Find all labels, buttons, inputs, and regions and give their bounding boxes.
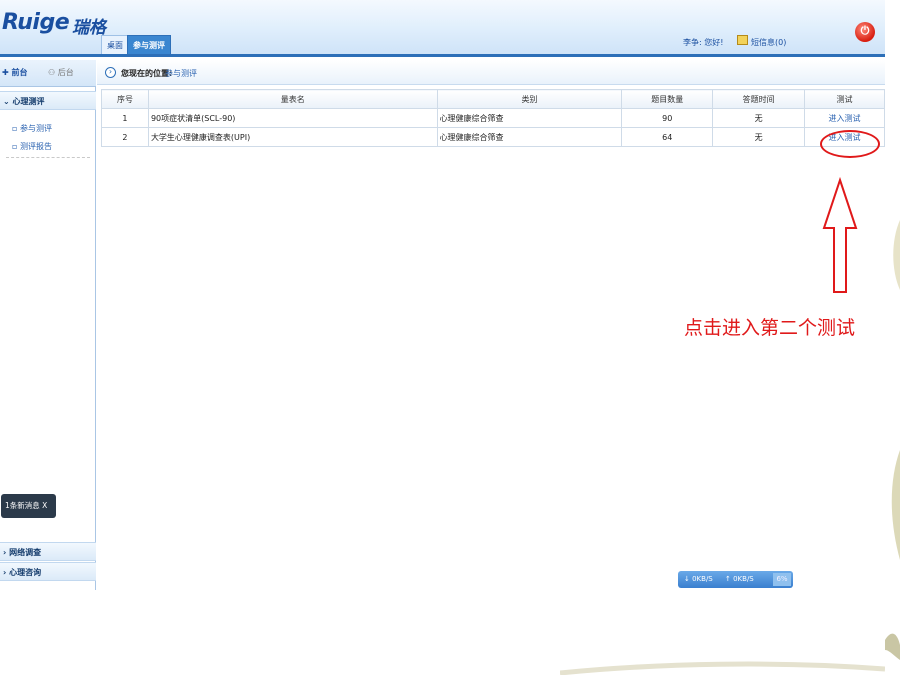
speed-percent: 6% xyxy=(773,573,791,586)
decorative-leaves xyxy=(885,220,900,660)
cell-no: 2 xyxy=(101,127,149,147)
cell-count: 90 xyxy=(621,108,714,128)
cell-count: 64 xyxy=(621,127,714,147)
cell-name: 90项症状清单(SCL-90) xyxy=(147,108,438,128)
tab-desktop[interactable]: 桌面 xyxy=(101,35,129,54)
sidebar-item-report[interactable]: ▫ 测评报告 xyxy=(12,141,52,152)
back-desk-link[interactable]: ⚇ 后台 xyxy=(48,67,74,78)
sidebar-section-psych-eval[interactable]: ⌄ 心理测评 xyxy=(0,91,96,110)
message-icon[interactable] xyxy=(737,35,748,45)
cell-category: 心理健康综合筛查 xyxy=(436,108,623,128)
cell-category: 心理健康综合筛查 xyxy=(436,127,623,147)
annotation-text: 点击进入第二个测试 xyxy=(684,317,856,339)
col-header-name: 量表名 xyxy=(147,89,438,109)
breadcrumb-current[interactable]: 参与测评 xyxy=(165,68,197,79)
cell-time: 无 xyxy=(712,127,806,147)
cell-time: 无 xyxy=(712,108,806,128)
sidebar-toolbar: ✚ 前台 ⚇ 后台 xyxy=(0,60,96,87)
col-header-time: 答题时间 xyxy=(712,89,806,109)
table-row: 2 大学生心理健康调查表(UPI) 心理健康综合筛查 64 无 进入测试 xyxy=(101,127,885,147)
col-header-test: 测试 xyxy=(804,89,885,109)
power-icon[interactable]: ⏻ xyxy=(855,22,875,42)
top-header: Ruige 瑞格 桌面 参与测评 李争: 您好! 短信息(0) ⏻ xyxy=(0,0,885,57)
breadcrumb: › 您现在的位置: 参与测评 xyxy=(97,60,885,85)
sidebar: ✚ 前台 ⚇ 后台 ⌄ 心理测评 ▫ 参与测评 ▫ 测评报告 1条新消息 X ›… xyxy=(0,60,96,590)
tab-participate-eval[interactable]: 参与测评 xyxy=(127,35,171,54)
front-desk-link[interactable]: ✚ 前台 xyxy=(2,67,28,78)
scale-table: 序号 量表名 类别 题目数量 答题时间 测试 1 90项症状清单(SCL-90)… xyxy=(101,89,885,147)
cell-no: 1 xyxy=(101,108,149,128)
table-row: 1 90项症状清单(SCL-90) 心理健康综合筛查 90 无 进入测试 xyxy=(101,108,885,128)
network-speed-widget: ↓ 0KB/S ↑ 0KB/S 6% xyxy=(678,571,793,588)
col-header-category: 类别 xyxy=(436,89,623,109)
col-header-no: 序号 xyxy=(101,89,149,109)
user-greeting: 李争: 您好! xyxy=(683,38,724,47)
screenshot-stage: { "header": { "logo_text": "Ruige", "log… xyxy=(0,0,900,675)
sidebar-divider xyxy=(6,157,90,158)
messages-link[interactable]: 短信息(0) xyxy=(751,37,786,48)
sidebar-item-participate[interactable]: ▫ 参与测评 xyxy=(12,123,52,134)
slide-edge-decoration xyxy=(885,0,900,675)
table-header-row: 序号 量表名 类别 题目数量 答题时间 测试 xyxy=(101,89,885,109)
annotation-ellipse xyxy=(820,130,880,158)
logo: Ruige xyxy=(2,10,70,35)
sidebar-section-survey[interactable]: › 网络调查 xyxy=(0,542,96,561)
location-icon: › xyxy=(105,67,116,78)
sidebar-section-consult[interactable]: › 心理咨询 xyxy=(0,562,96,581)
upload-speed: ↑ 0KB/S xyxy=(725,575,754,583)
cell-name: 大学生心理健康调查表(UPI) xyxy=(147,127,438,147)
enter-test-link-1[interactable]: 进入测试 xyxy=(829,114,861,123)
download-speed: ↓ 0KB/S xyxy=(684,575,713,583)
annotation-arrow xyxy=(822,176,858,293)
col-header-count: 题目数量 xyxy=(621,89,714,109)
cell-action: 进入测试 xyxy=(804,108,885,128)
new-message-notice[interactable]: 1条新消息 X xyxy=(1,494,56,518)
decorative-swoosh xyxy=(560,661,885,675)
